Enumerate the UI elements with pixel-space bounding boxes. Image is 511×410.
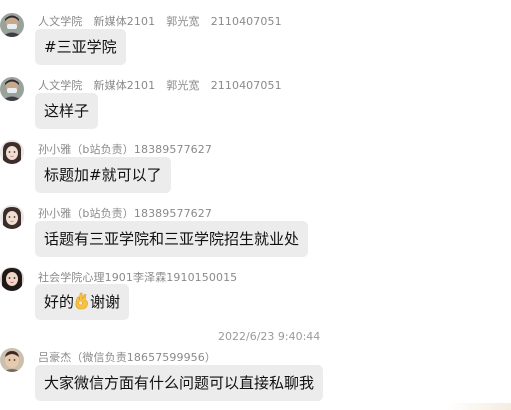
- sender-name: 吕豪杰（微信负责18657599956）: [38, 351, 216, 364]
- sender-name: 社会学院心理1901李泽霖1910150015: [38, 271, 238, 284]
- message-bubble[interactable]: 标题加#就可以了: [35, 157, 171, 193]
- avatar[interactable]: [0, 140, 24, 164]
- bottom-fade: [447, 403, 511, 410]
- message-bubble[interactable]: 话题有三亚学院和三亚学院招生就业处: [35, 221, 309, 257]
- sender-name: 人文学院 新媒体2101 郭光宽 2110407051: [38, 79, 282, 92]
- message-bubble[interactable]: 好的 谢谢: [35, 284, 130, 320]
- message-text: 谢谢: [90, 293, 121, 311]
- avatar[interactable]: [0, 77, 24, 101]
- ok-hand-emoji-icon: [74, 287, 90, 310]
- avatar[interactable]: [0, 267, 24, 291]
- sender-name: 孙小雅（b站负责）18389577627: [38, 207, 212, 220]
- avatar[interactable]: [0, 205, 24, 229]
- message-text: 好的: [44, 293, 75, 311]
- sender-name: 人文学院 新媒体2101 郭光宽 2110407051: [38, 15, 282, 28]
- message-timestamp: 2022/6/23 9:40:44: [218, 330, 321, 343]
- avatar[interactable]: [0, 13, 24, 37]
- message-bubble[interactable]: #三亚学院: [35, 29, 126, 65]
- sender-name: 孙小雅（b站负责）18389577627: [38, 143, 212, 156]
- message-bubble[interactable]: 这样子: [35, 93, 99, 129]
- avatar[interactable]: [0, 348, 24, 372]
- message-bubble[interactable]: 大家微信方面有什么问题可以直接私聊我: [35, 365, 324, 401]
- chat-message-list[interactable]: 人文学院 新媒体2101 郭光宽 2110407051 #三亚学院 人文学院 新…: [0, 0, 511, 410]
